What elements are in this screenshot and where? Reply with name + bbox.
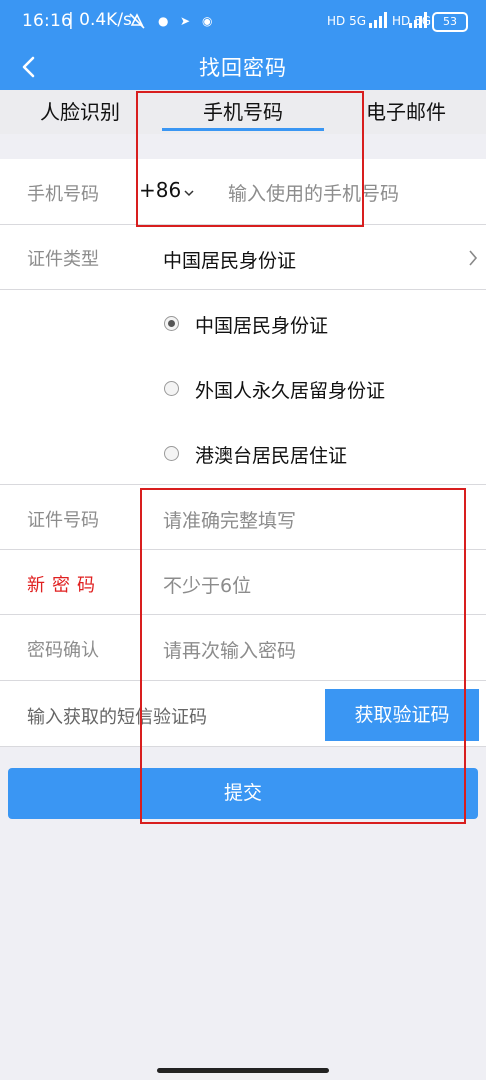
id-type-value: 中国居民身份证 xyxy=(163,250,297,272)
id-type-row[interactable]: 证件类型 中国居民身份证 xyxy=(0,225,486,290)
home-indicator xyxy=(157,1068,329,1073)
notification-app-icon: ◉ xyxy=(202,14,213,28)
network-speed: | 0.4K/s xyxy=(68,10,132,30)
signal-1-label: HD 5G xyxy=(327,14,367,28)
radio-option-1[interactable] xyxy=(164,316,179,331)
mute-icon xyxy=(128,12,146,35)
tab-email[interactable]: 电子邮件 xyxy=(366,96,446,125)
radio-option-2-label[interactable]: 外国人永久居留身份证 xyxy=(195,376,385,403)
annotation-box-form xyxy=(140,488,466,824)
radio-option-1-label[interactable]: 中国居民身份证 xyxy=(195,311,328,338)
chevron-right-icon xyxy=(468,249,478,271)
radio-option-2[interactable] xyxy=(164,381,179,396)
page-title: 找回密码 xyxy=(199,56,287,80)
nav-bar: 找回密码 xyxy=(0,44,486,90)
battery-icon: 53 xyxy=(432,12,468,32)
id-type-label: 证件类型 xyxy=(27,249,99,270)
status-bar: 16:16 | 0.4K/s ● ➤ ◉ HD 5G HD 5G 53 xyxy=(0,0,486,44)
id-type-options: 中国居民身份证 外国人永久居留身份证 港澳台居民居住证 xyxy=(0,290,486,485)
tab-face-recognition[interactable]: 人脸识别 xyxy=(40,96,120,125)
annotation-box-phone xyxy=(136,91,364,227)
new-password-label: 新密码 xyxy=(27,575,102,596)
confirm-password-label: 密码确认 xyxy=(27,640,99,661)
signal-1-icon xyxy=(368,12,388,33)
status-time: 16:16 xyxy=(22,11,72,31)
signal-2-icon xyxy=(408,12,428,33)
radio-option-3-label[interactable]: 港澳台居民居住证 xyxy=(195,441,347,468)
phone-label: 手机号码 xyxy=(27,184,99,205)
notification-dot-icon: ● xyxy=(158,14,169,28)
notification-arrow-icon: ➤ xyxy=(180,14,191,28)
radio-option-3[interactable] xyxy=(164,446,179,461)
id-number-label: 证件号码 xyxy=(27,510,99,531)
